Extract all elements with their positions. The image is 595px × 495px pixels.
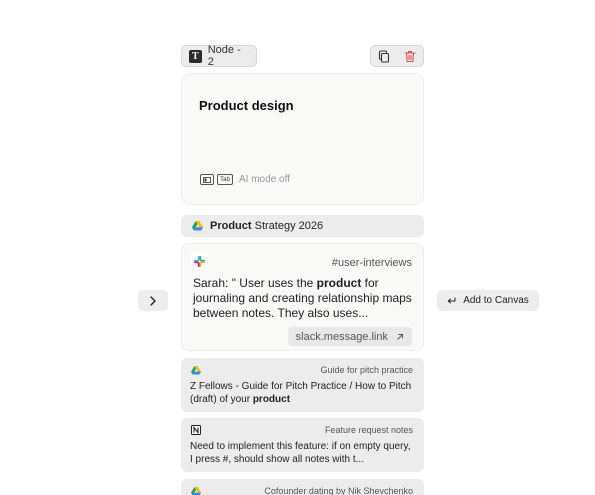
card-title: Guide for pitch practice <box>320 365 413 375</box>
tab-key: Tab <box>217 174 233 185</box>
notion-icon <box>190 424 202 436</box>
google-drive-icon <box>190 485 202 495</box>
expand-button[interactable] <box>138 290 168 311</box>
card-text: Need to implement this feature: if on em… <box>190 441 411 465</box>
add-to-canvas-button[interactable]: Add to Canvas <box>437 290 539 311</box>
card-text: Z Fellows - Guide for Pitch Practice / H… <box>190 381 412 405</box>
duplicate-button[interactable] <box>374 47 394 65</box>
google-drive-icon <box>192 221 203 231</box>
result-card-pitch[interactable]: Guide for pitch practice Z Fellows - Gui… <box>181 358 424 412</box>
slack-icon <box>191 253 207 269</box>
result-card-feature-request[interactable]: Feature request notes Need to implement … <box>181 418 424 472</box>
add-to-canvas-label: Add to Canvas <box>463 295 529 306</box>
trash-icon <box>404 50 416 62</box>
card-title: Cofounder dating by Nik Shevchenko <box>264 486 413 495</box>
slack-message-text: Sarah: " User uses the product for journ… <box>193 276 412 320</box>
ai-mode-status[interactable]: AI mode off <box>239 174 290 185</box>
result-card-cofounder[interactable]: Cofounder dating by Nik Shevchenko <box>181 479 424 495</box>
delete-button[interactable] <box>400 47 420 65</box>
chevron-right-icon <box>150 295 156 306</box>
ai-mode-footer: Tab AI mode off <box>200 174 290 185</box>
canvas: T Node - 2 Product design Tab AI mode of… <box>0 0 595 495</box>
google-drive-icon <box>190 364 202 376</box>
strategy-title: Product Strategy 2026 <box>210 220 324 232</box>
node-card[interactable]: Product design Tab AI mode off <box>181 73 424 205</box>
sidebar-key-icon <box>200 174 214 185</box>
copy-icon <box>378 49 390 63</box>
text-t-icon: T <box>189 49 202 63</box>
slack-message-link[interactable]: slack.message.link <box>287 327 412 346</box>
external-arrow-icon <box>397 333 403 340</box>
card-title: Feature request notes <box>324 425 413 435</box>
node-title[interactable]: Product design <box>199 98 294 113</box>
node-actions <box>370 45 424 67</box>
node-tag[interactable]: T Node - 2 <box>181 44 257 68</box>
slack-message-card[interactable]: #user-interviews Sarah: " User uses the … <box>181 243 424 351</box>
slack-channel: #user-interviews <box>331 257 412 269</box>
return-arrow-icon <box>447 297 456 303</box>
node-tag-label: Node - 2 <box>207 44 241 68</box>
strategy-doc-chip[interactable]: Product Strategy 2026 <box>181 215 424 237</box>
